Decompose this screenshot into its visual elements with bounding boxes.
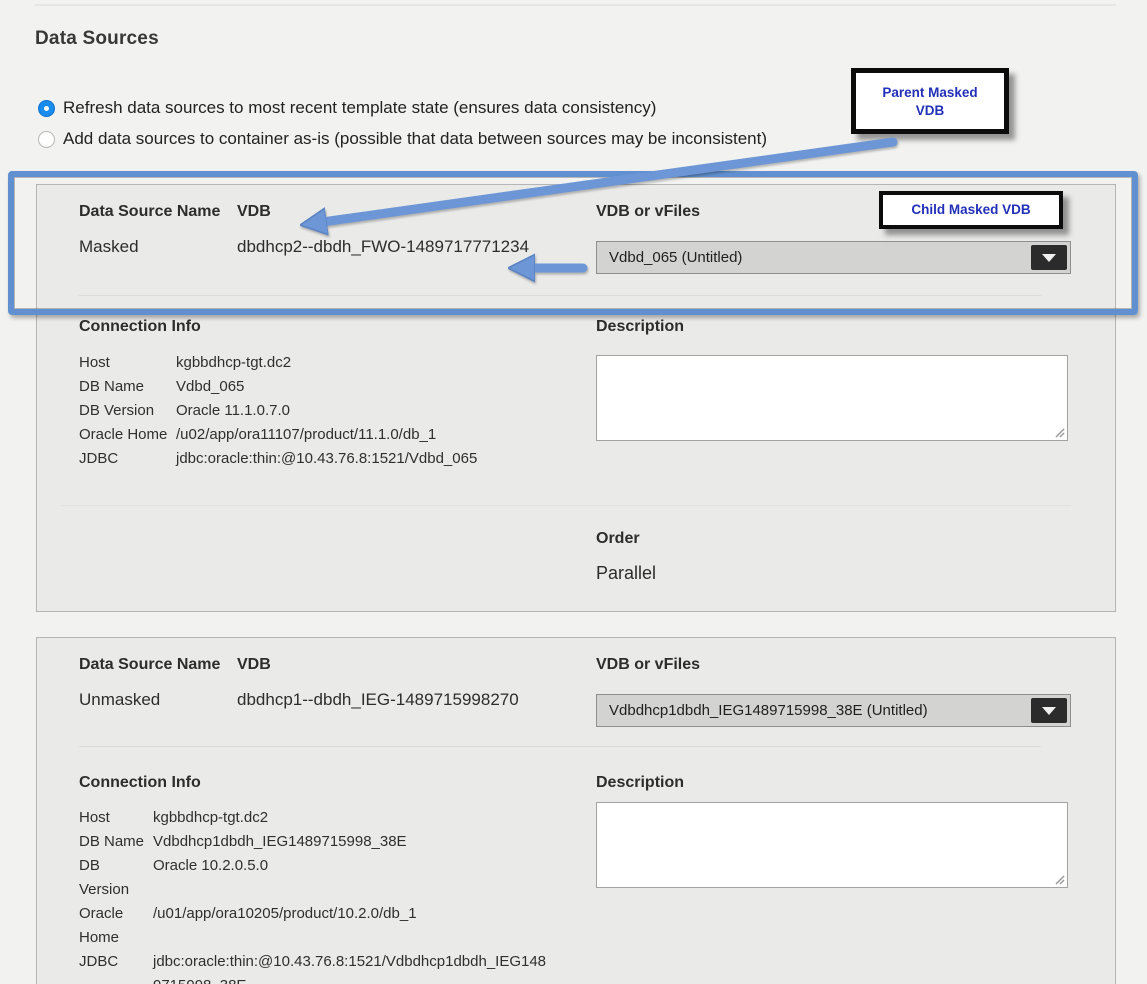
- connection-info-header: Connection Info: [79, 318, 201, 336]
- vdb-header: VDB: [237, 656, 271, 674]
- vdb-value: dbdhcp2--dbdh_FWO-1489717771234: [237, 237, 529, 257]
- connection-info-table: Host kgbbdhcp-tgt.dc2 DB Name Vdbd_065 D…: [79, 351, 477, 471]
- connection-row-value: Vdbdhcp1dbdh_IEG1489715998_38E: [153, 830, 551, 854]
- vdb-header: VDB: [237, 203, 271, 221]
- section-divider: [61, 505, 1071, 506]
- radio-selected-icon[interactable]: [38, 100, 55, 117]
- chevron-down-icon: [1042, 254, 1056, 262]
- data-source-name-value: Masked: [79, 237, 139, 257]
- description-field-wrap: [596, 802, 1068, 888]
- page-title: Data Sources: [35, 28, 159, 50]
- callout-text: VDB: [856, 102, 1004, 120]
- top-divider: [35, 4, 1116, 6]
- connection-row-value: Oracle 10.2.0.5.0: [153, 854, 551, 902]
- vdb-select-value: Vdbdhcp1dbdh_IEG1489715998_38E (Untitled…: [609, 702, 928, 719]
- data-sources-page: Data Sources Refresh data sources to mos…: [0, 0, 1147, 984]
- description-field-wrap: [596, 355, 1068, 441]
- connection-row-label: Oracle Home: [79, 902, 153, 950]
- data-source-name-value: Unmasked: [79, 690, 160, 710]
- data-source-name-header: Data Source Name: [79, 656, 220, 674]
- connection-row-label: DB Name: [79, 375, 176, 399]
- connection-row-label: DB Version: [79, 854, 153, 902]
- description-textarea[interactable]: [596, 355, 1068, 441]
- connection-row-value: /u02/app/ora11107/product/11.1.0/db_1: [176, 423, 477, 447]
- description-textarea[interactable]: [596, 802, 1068, 888]
- connection-row-value: /u01/app/ora10205/product/10.2.0/db_1: [153, 902, 551, 950]
- callout-text: Child Masked VDB: [883, 195, 1059, 224]
- child-masked-vdb-callout: Child Masked VDB: [879, 191, 1063, 229]
- parent-masked-vdb-callout: Parent Masked VDB: [851, 68, 1009, 134]
- callout-text: Parent Masked: [856, 84, 1004, 102]
- connection-row-value: jdbc:oracle:thin:@10.43.76.8:1521/Vdbd_0…: [176, 447, 477, 471]
- data-source-name-header: Data Source Name: [79, 203, 220, 221]
- masked-data-source-panel: Data Source Name VDB Masked dbdhcp2--dbd…: [36, 184, 1116, 612]
- section-divider: [79, 295, 1041, 296]
- description-header: Description: [596, 318, 684, 336]
- vdb-value: dbdhcp1--dbdh_IEG-1489715998270: [237, 690, 519, 710]
- connection-row-label: JDBC: [79, 950, 153, 984]
- vdb-select[interactable]: Vdbd_065 (Untitled): [596, 241, 1071, 274]
- connection-row-label: Oracle Home: [79, 423, 176, 447]
- chevron-down-icon: [1042, 707, 1056, 715]
- radio-unselected-icon[interactable]: [38, 131, 55, 148]
- order-header: Order: [596, 530, 640, 548]
- vdb-select-button[interactable]: [1031, 245, 1067, 270]
- order-value: Parallel: [596, 563, 656, 584]
- description-header: Description: [596, 774, 684, 792]
- connection-row-value: Vdbd_065: [176, 375, 477, 399]
- unmasked-data-source-panel: Data Source Name VDB Unmasked dbdhcp1--d…: [36, 637, 1116, 984]
- connection-row-value: Oracle 11.1.0.7.0: [176, 399, 477, 423]
- connection-info-header: Connection Info: [79, 774, 201, 792]
- connection-row-label: Host: [79, 351, 176, 375]
- connection-row-label: DB Version: [79, 399, 176, 423]
- vdb-select-value: Vdbd_065 (Untitled): [609, 249, 742, 266]
- section-divider: [79, 746, 1041, 747]
- vdb-select-button[interactable]: [1031, 698, 1067, 723]
- connection-row-label: DB Name: [79, 830, 153, 854]
- connection-row-value: kgbbdhcp-tgt.dc2: [176, 351, 477, 375]
- connection-info-table: Host kgbbdhcp-tgt.dc2 DB Name Vdbdhcp1db…: [79, 806, 551, 984]
- connection-row-value: jdbc:oracle:thin:@10.43.76.8:1521/Vdbdhc…: [153, 950, 551, 984]
- connection-row-value: kgbbdhcp-tgt.dc2: [153, 806, 551, 830]
- connection-row-label: JDBC: [79, 447, 176, 471]
- radio-option-refresh-label: Refresh data sources to most recent temp…: [63, 98, 656, 118]
- vdb-select[interactable]: Vdbdhcp1dbdh_IEG1489715998_38E (Untitled…: [596, 694, 1071, 727]
- connection-row-label: Host: [79, 806, 153, 830]
- vdb-or-vfiles-header: VDB or vFiles: [596, 203, 700, 221]
- vdb-or-vfiles-header: VDB or vFiles: [596, 656, 700, 674]
- radio-option-add-label: Add data sources to container as-is (pos…: [63, 129, 767, 149]
